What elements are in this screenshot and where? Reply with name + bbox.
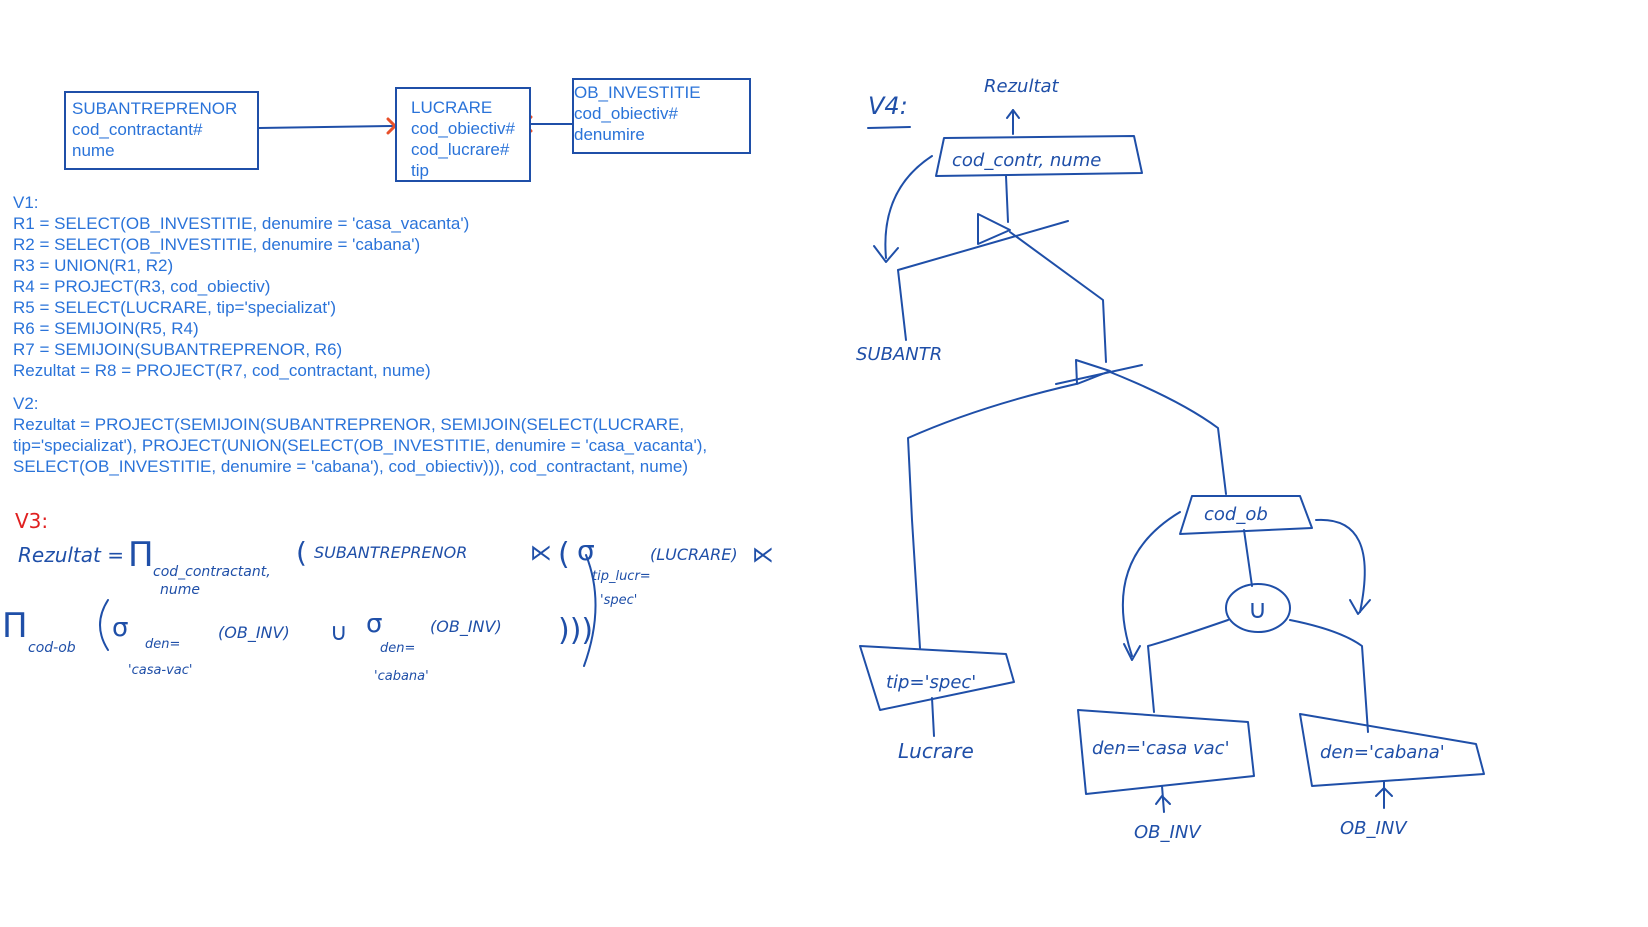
v4-flow-arrow <box>1315 518 1366 613</box>
v4-edge <box>1005 175 1009 223</box>
v4-top-projection-label: cod_contr, nume <box>952 150 1101 171</box>
v4-title-underline <box>867 126 911 129</box>
v4-result-label: Rezultat <box>984 76 1060 97</box>
v4-semijoin-symbol <box>1075 359 1111 385</box>
v4-title: V4: <box>868 92 908 120</box>
v4-obinv-label: OB_INV <box>1340 818 1408 839</box>
v4-semijoin-bar <box>897 220 1069 271</box>
v4-edge <box>1243 529 1253 587</box>
v4-edge <box>907 383 1077 649</box>
v4-flow-arrow <box>884 155 933 259</box>
v4-edge <box>897 269 907 341</box>
v4-flow-arrow <box>1121 511 1181 657</box>
v4-obinv-label: OB_INV <box>1134 822 1202 843</box>
v4-select-tip-label: tip='spec' <box>886 672 976 693</box>
v4-subantr-label: SUBANTR <box>856 344 942 365</box>
v4-edge <box>1009 231 1107 363</box>
v4-edge <box>931 697 935 737</box>
v4-select-casa-label: den='casa vac' <box>1092 738 1230 759</box>
v4-union-symbol: ∪ <box>1248 595 1267 625</box>
v4-query-tree: V4: Rezultat cod_contr, nume SUBANTR cod… <box>856 76 1485 843</box>
down-arrow-icon <box>1123 643 1141 661</box>
v4-edge <box>1147 619 1229 713</box>
v4-select-cabana-label: den='cabana' <box>1320 742 1445 763</box>
v4-lucrare-label: Lucrare <box>898 739 974 763</box>
v4-mid-projection-label: cod_ob <box>1204 504 1268 525</box>
v4-edge <box>1109 371 1227 495</box>
